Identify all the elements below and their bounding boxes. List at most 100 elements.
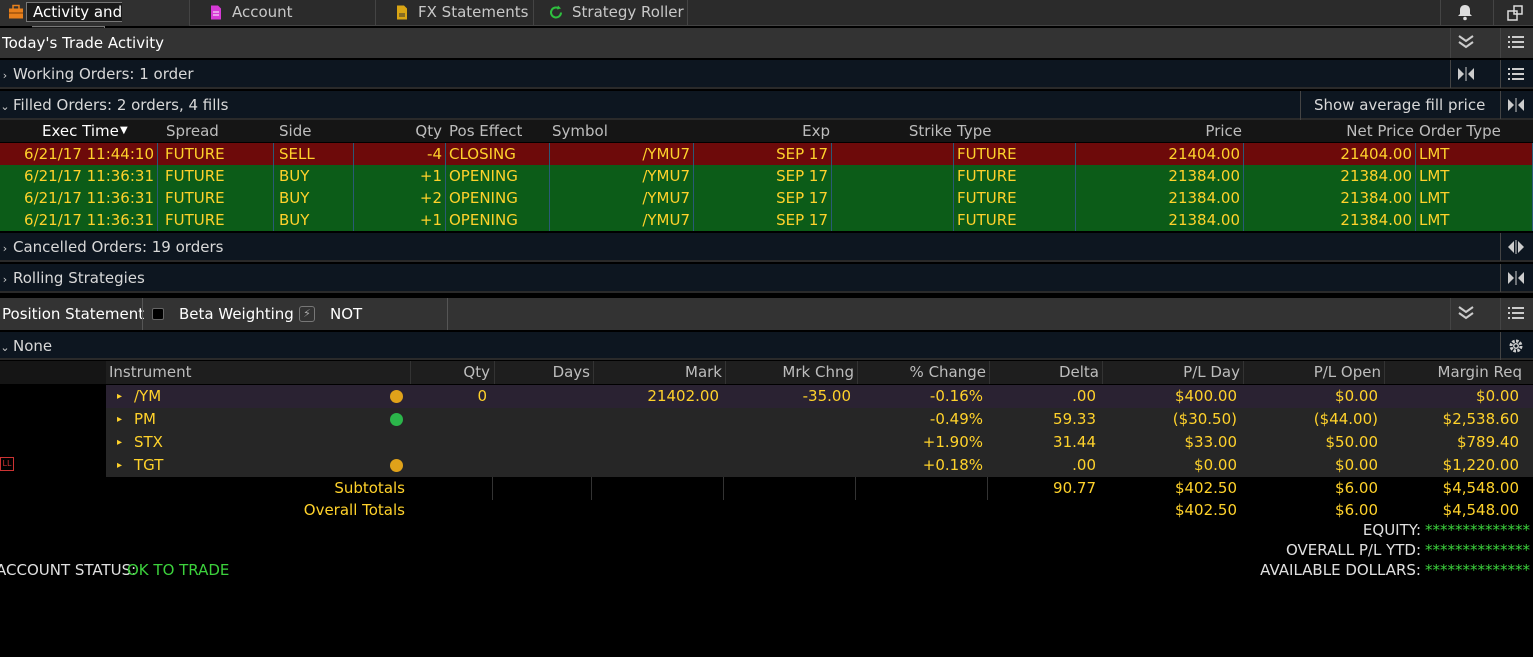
col-type[interactable]: Type: [957, 120, 991, 142]
fill-row[interactable]: 6/21/17 11:36:31 FUTURE BUY +1 OPENING/YMU7 S…: [0, 209, 1533, 231]
fill-order-type: LMT: [1416, 209, 1533, 231]
filled-orders-row[interactable]: ⌄ Filled Orders: 2 orders, 4 fills Show …: [0, 91, 1533, 120]
position-qty: 0: [477, 387, 487, 405]
lightning-icon[interactable]: ⚡: [299, 306, 315, 322]
fill-exp: SEP 17: [694, 187, 832, 209]
show-average-fill-prices-button[interactable]: Show average fill prices: [1300, 91, 1486, 120]
position-row[interactable]: ▸ /YM 0 21402.00 -35.00 -0.16% .00 $400.00 $0.00…: [106, 385, 1533, 408]
position-row[interactable]: ▸ PM -0.49% 59.33 ($30.50) ($44.00) $2,538.60: [106, 408, 1533, 431]
subtotal-margin-req: $4,548.00: [1442, 479, 1519, 497]
fill-spread: FUTURE: [162, 187, 274, 209]
rolling-expand-button[interactable]: [1500, 264, 1530, 292]
list-menu-icon: [1507, 68, 1524, 80]
position-delta: .00: [1072, 456, 1096, 474]
position-pl-day: ($30.50): [1172, 410, 1237, 428]
rolling-strategies-label: Rolling Strategies: [13, 269, 145, 287]
list-menu-icon: [1507, 36, 1524, 48]
col-margin-req[interactable]: Margin Req: [1384, 361, 1522, 384]
position-row[interactable]: ▸ TGT +0.18% .00 $0.00 $0.00 $1,220.00: [106, 454, 1533, 477]
tab-account-statement[interactable]: Account Statement: [200, 0, 376, 45]
position-statement-header: Position Statement Beta Weighting ⚡ NOT …: [0, 298, 1533, 355]
col-order-type[interactable]: Order Type: [1419, 120, 1501, 142]
group-none-label: None: [13, 337, 53, 355]
fill-exec-time: 6/21/17 11:36:31: [0, 187, 158, 209]
col-symbol[interactable]: Symbol: [552, 120, 608, 142]
position-pl-day: $0.00: [1194, 456, 1237, 474]
positions-settings-button[interactable]: [1500, 332, 1530, 360]
fill-symbol: /YMU7: [550, 187, 694, 209]
equity-label: EQUITY:: [1362, 521, 1421, 539]
tab-activity-and-positions[interactable]: Activity and Positions: [0, 0, 190, 46]
col-mrk-chng[interactable]: Mrk Chng: [725, 361, 854, 384]
collapse-section-button[interactable]: [1450, 28, 1480, 58]
cancelled-orders-row[interactable]: › Cancelled Orders: 19 orders: [0, 233, 1533, 262]
col-exp[interactable]: Exp: [760, 120, 830, 142]
fill-type: FUTURE: [954, 209, 1076, 231]
positions-header: Instrument Qty Days Mark Mrk Chng % Chan…: [0, 361, 1533, 384]
col-pos-qty[interactable]: Qty: [410, 361, 490, 384]
fill-qty: +1: [354, 209, 446, 231]
rolling-strategies-row[interactable]: › Rolling Strategies: [0, 264, 1533, 293]
trade-activity-title: Today's Trade Activity: [2, 34, 165, 52]
expand-triangle-icon[interactable]: ▸: [114, 431, 125, 454]
expand-columns-button[interactable]: [1450, 60, 1480, 88]
fill-row[interactable]: 6/21/17 11:36:31 FUTURE BUY +1 OPENING/YMU7 S…: [0, 165, 1533, 187]
col-spread[interactable]: Spread: [166, 120, 219, 142]
overall-margin-req: $4,548.00: [1442, 501, 1519, 519]
fill-row[interactable]: 6/21/17 11:36:31 FUTURE BUY +2 OPENING/YMU7 S…: [0, 187, 1533, 209]
overall-pl-ytd-value: **************: [1425, 541, 1530, 559]
available-dollars-value: **************: [1425, 561, 1530, 579]
position-row[interactable]: ▸ STX +1.90% 31.44 $33.00 $50.00 $789.40: [106, 431, 1533, 454]
expand-triangle-icon[interactable]: ▸: [114, 408, 125, 431]
beta-weighting-checkbox[interactable]: [152, 308, 164, 320]
fill-symbol: /YMU7: [550, 143, 694, 165]
col-pos-effect[interactable]: Pos Effect: [449, 120, 522, 142]
fill-row[interactable]: 6/21/17 11:44:10 FUTURE SELL -4 CLOSING/YMU7…: [0, 143, 1533, 165]
col-pl-day[interactable]: P/L Day: [1102, 361, 1240, 384]
col-strike[interactable]: Strike: [880, 120, 952, 142]
position-pl-open: $0.00: [1335, 387, 1378, 405]
col-qty[interactable]: Qty: [380, 120, 442, 142]
fill-spread: FUTURE: [162, 209, 274, 231]
expand-triangle-icon[interactable]: ▸: [114, 385, 125, 408]
section-menu-button[interactable]: [1500, 28, 1530, 58]
working-orders-menu-button[interactable]: [1500, 60, 1530, 88]
collapse-positions-button[interactable]: [1450, 298, 1480, 330]
col-days[interactable]: Days: [494, 361, 590, 384]
position-statement-title: Position Statement: [2, 305, 145, 323]
tab-strategy-roller[interactable]: Strategy Roller: [540, 0, 688, 26]
expand-triangle-icon[interactable]: ▸: [114, 454, 125, 477]
col-net-price[interactable]: Net Price: [1300, 120, 1414, 142]
chevron-right-icon: ›: [2, 69, 8, 82]
fill-price: 21384.00: [1076, 209, 1244, 231]
detach-window-button[interactable]: [1493, 0, 1533, 26]
cancelled-expand-button[interactable]: [1500, 233, 1530, 261]
col-price[interactable]: Price: [1140, 120, 1242, 142]
positions-menu-button[interactable]: [1500, 298, 1530, 330]
col-pl-open[interactable]: P/L Open: [1243, 361, 1381, 384]
notifications-button[interactable]: [1440, 0, 1486, 26]
fill-price: 21404.00: [1076, 143, 1244, 165]
divider: [855, 477, 856, 500]
col-pct-change[interactable]: % Change: [857, 361, 986, 384]
filled-expand-button[interactable]: [1500, 91, 1530, 119]
col-instrument[interactable]: Instrument: [109, 361, 192, 384]
working-orders-row[interactable]: › Working Orders: 1 order: [0, 60, 1533, 89]
status-badge-icon: [390, 459, 403, 472]
overall-pl-ytd-label: OVERALL P/L YTD:: [1286, 541, 1421, 559]
beta-weighting-group: Beta Weighting ⚡ NOT WEIGHTED: [142, 298, 448, 355]
position-margin-req: $2,538.60: [1442, 410, 1519, 428]
tab-fx-statements[interactable]: FX Statements: [386, 0, 534, 26]
col-exec-time[interactable]: Exec Time: [42, 120, 119, 142]
fill-exec-time: 6/21/17 11:36:31: [0, 165, 158, 187]
position-margin-req: $789.40: [1456, 433, 1519, 451]
beta-weighting-label: Beta Weighting: [179, 305, 294, 323]
subtotal-delta: 90.77: [1053, 479, 1096, 497]
briefcase-icon: [9, 4, 23, 19]
chevron-down-icon: ⌄: [0, 100, 10, 113]
fill-net-price: 21384.00: [1244, 209, 1416, 231]
col-delta[interactable]: Delta: [989, 361, 1099, 384]
group-none-row[interactable]: ⌄ None: [0, 332, 1533, 360]
col-side[interactable]: Side: [279, 120, 311, 142]
col-mark[interactable]: Mark: [593, 361, 722, 384]
